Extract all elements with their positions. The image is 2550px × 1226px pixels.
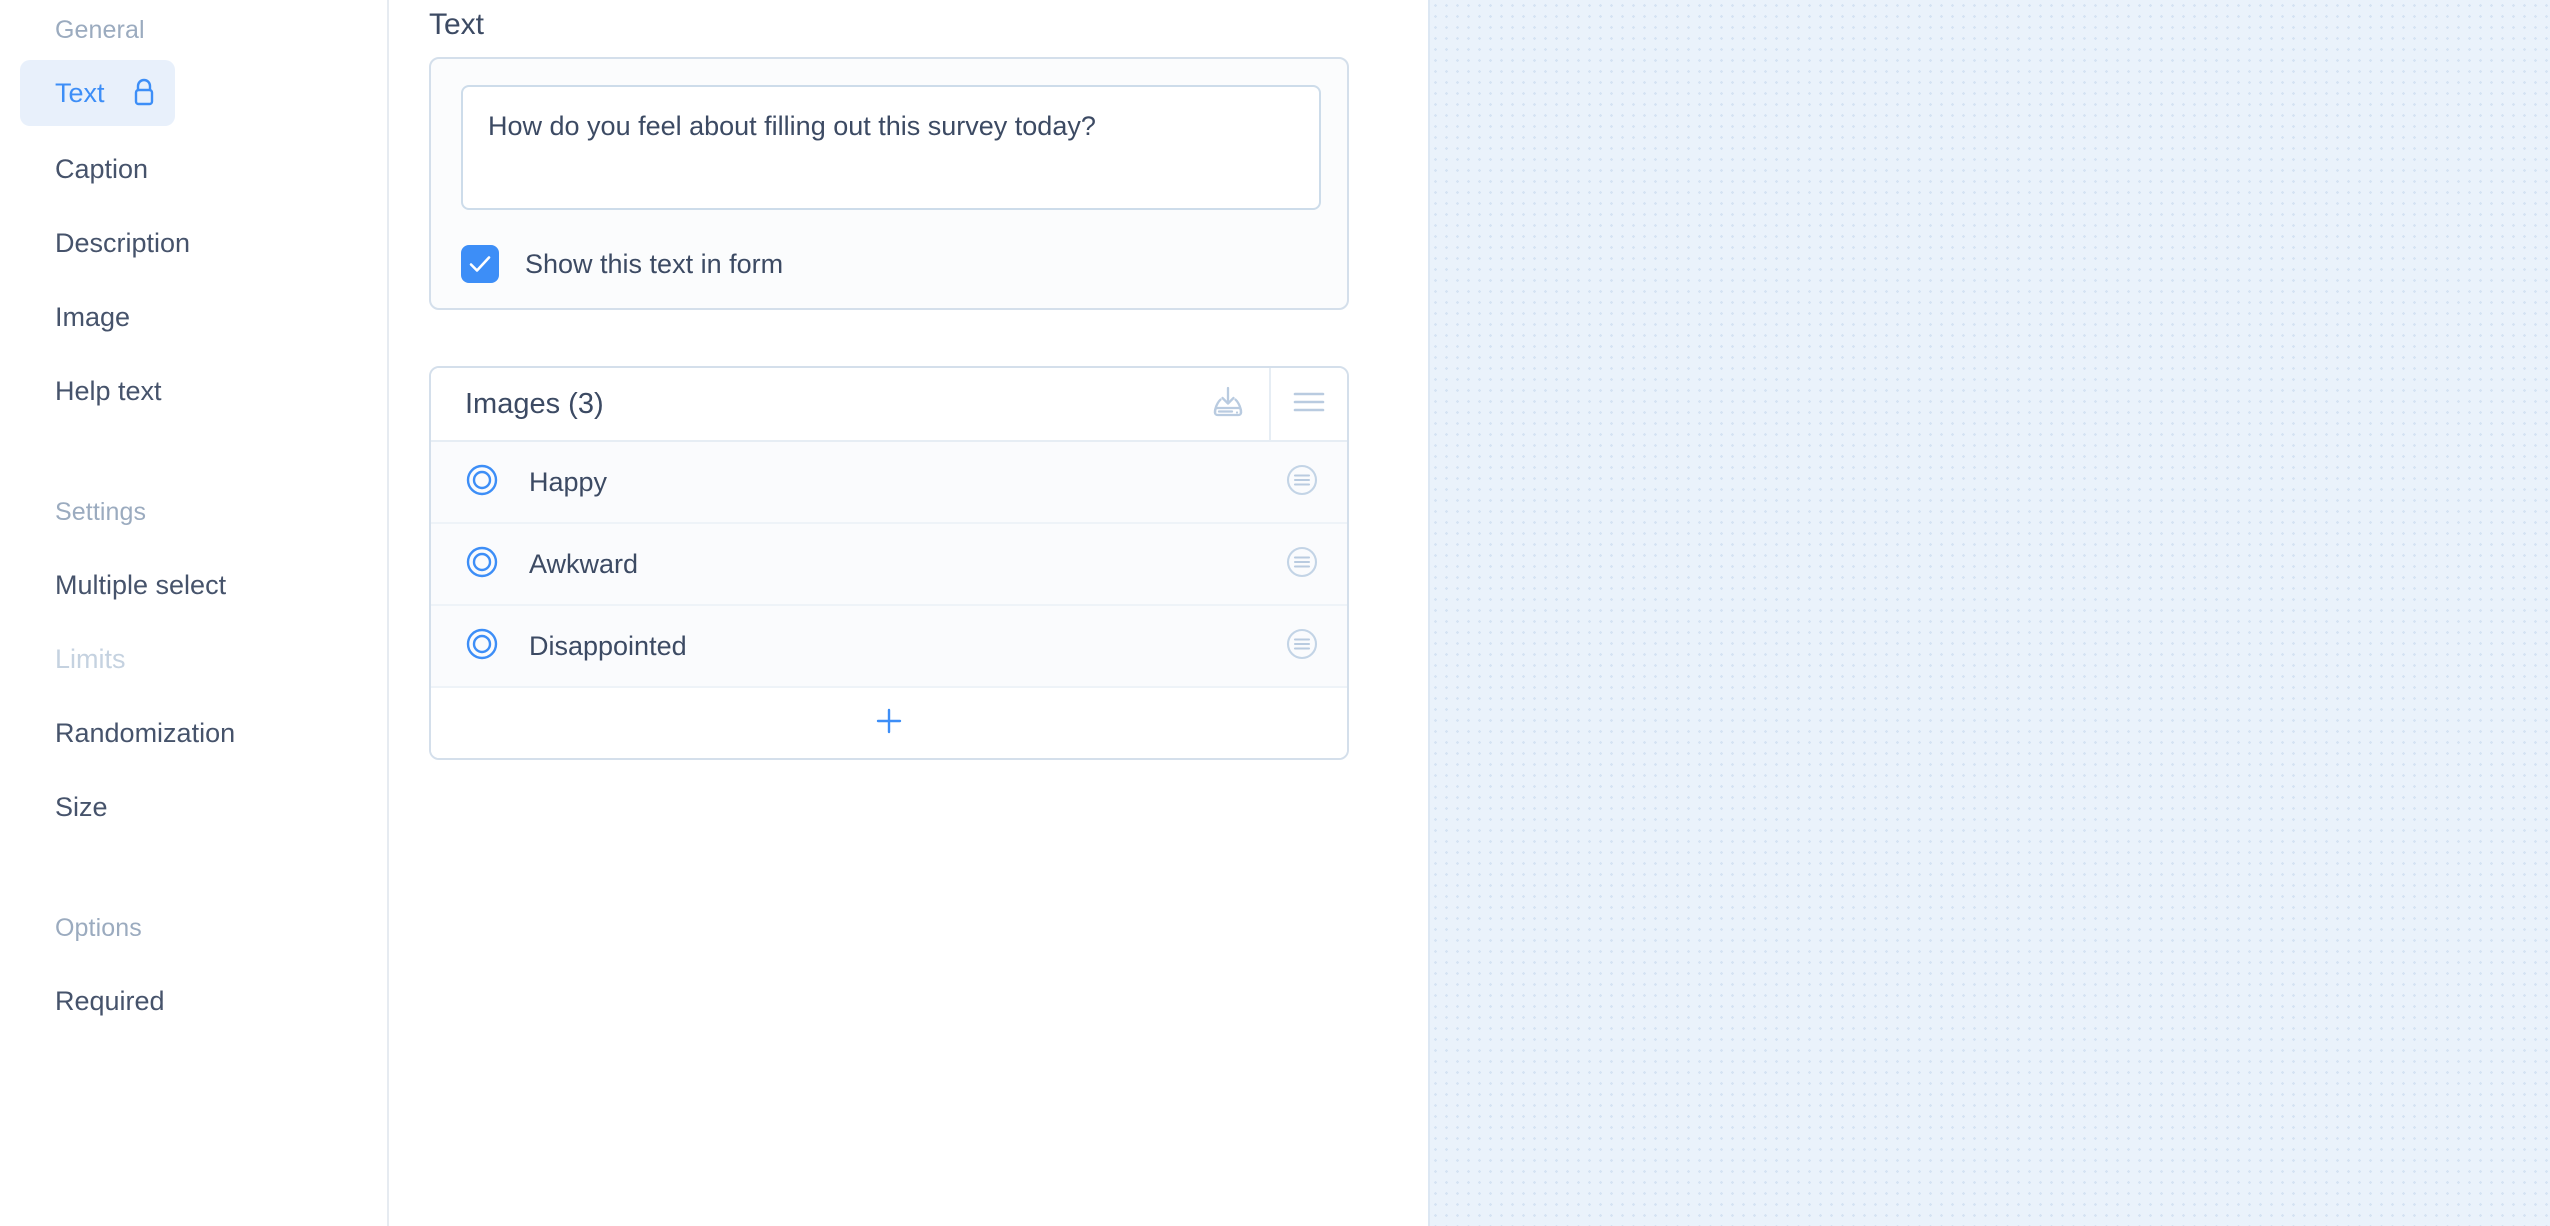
- text-settings-card: Show this text in form: [429, 57, 1349, 310]
- sidebar-group-settings: Settings: [55, 498, 147, 526]
- sidebar-group-options: Options: [55, 914, 142, 942]
- drag-handle-icon[interactable]: [1285, 627, 1319, 666]
- sidebar-item-label: Required: [55, 985, 165, 1016]
- form-preview-panel: Unnamed section 000 Text (single line) N…: [1428, 0, 2550, 1226]
- sidebar-item-size[interactable]: Size: [0, 776, 387, 838]
- sidebar-item-limits[interactable]: Limits: [0, 628, 387, 690]
- center-editor-panel: Text Show this text in form Images (3): [389, 0, 1428, 1226]
- plus-icon: [874, 706, 904, 741]
- image-label: Happy: [529, 466, 608, 497]
- radio-icon[interactable]: [465, 627, 499, 666]
- image-list-item[interactable]: Happy: [431, 442, 1347, 524]
- download-icon: [1208, 382, 1248, 427]
- sidebar-item-label: Description: [55, 227, 191, 258]
- sidebar-item-label: Size: [55, 791, 108, 822]
- app-root: General Text Caption Description Image H…: [0, 0, 2550, 1226]
- page-title: Text: [429, 8, 485, 41]
- settings-sidebar: General Text Caption Description Image H…: [0, 0, 389, 1226]
- question-text-input[interactable]: [461, 85, 1321, 210]
- image-label: Awkward: [529, 548, 639, 579]
- image-label: Disappointed: [529, 630, 687, 661]
- show-in-form-checkbox[interactable]: [461, 245, 499, 283]
- sidebar-group-general: General: [55, 16, 145, 44]
- sidebar-item-multiple-select[interactable]: Multiple select: [0, 554, 387, 616]
- images-menu-button[interactable]: [1269, 368, 1347, 440]
- show-in-form-label: Show this text in form: [525, 248, 784, 279]
- sidebar-item-label: Text: [55, 77, 105, 108]
- sidebar-item-required[interactable]: Required: [0, 970, 387, 1032]
- hamburger-menu-icon: [1291, 389, 1327, 420]
- sidebar-item-label: Multiple select: [55, 569, 227, 600]
- drag-handle-icon[interactable]: [1285, 463, 1319, 502]
- sidebar-item-image[interactable]: Image: [0, 286, 387, 348]
- lock-icon: [131, 78, 157, 108]
- sidebar-item-label: Caption: [55, 153, 149, 184]
- sidebar-item-label: Image: [55, 301, 131, 332]
- image-list-item[interactable]: Disappointed: [431, 606, 1347, 688]
- radio-icon[interactable]: [465, 463, 499, 502]
- show-text-in-form-row[interactable]: Show this text in form: [461, 245, 1347, 283]
- radio-icon[interactable]: [465, 545, 499, 584]
- sidebar-item-randomization[interactable]: Randomization: [0, 702, 387, 764]
- image-list-item[interactable]: Awkward: [431, 524, 1347, 606]
- sidebar-item-caption[interactable]: Caption: [0, 138, 387, 200]
- sidebar-item-label: Randomization: [55, 717, 236, 748]
- sidebar-item-help-text[interactable]: Help text: [0, 360, 387, 422]
- add-image-button[interactable]: [431, 688, 1347, 758]
- sidebar-item-description[interactable]: Description: [0, 212, 387, 274]
- images-download-button[interactable]: [1187, 368, 1269, 440]
- check-icon: [469, 256, 491, 272]
- drag-handle-icon[interactable]: [1285, 545, 1319, 584]
- sidebar-item-text[interactable]: Text: [20, 60, 175, 126]
- images-panel-header: Images (3): [431, 368, 1347, 442]
- sidebar-item-label: Limits: [55, 643, 126, 674]
- images-panel-title: Images (3): [465, 387, 604, 420]
- images-panel: Images (3) Happy Awkward Disappointed: [429, 366, 1349, 760]
- sidebar-item-label: Help text: [55, 375, 162, 406]
